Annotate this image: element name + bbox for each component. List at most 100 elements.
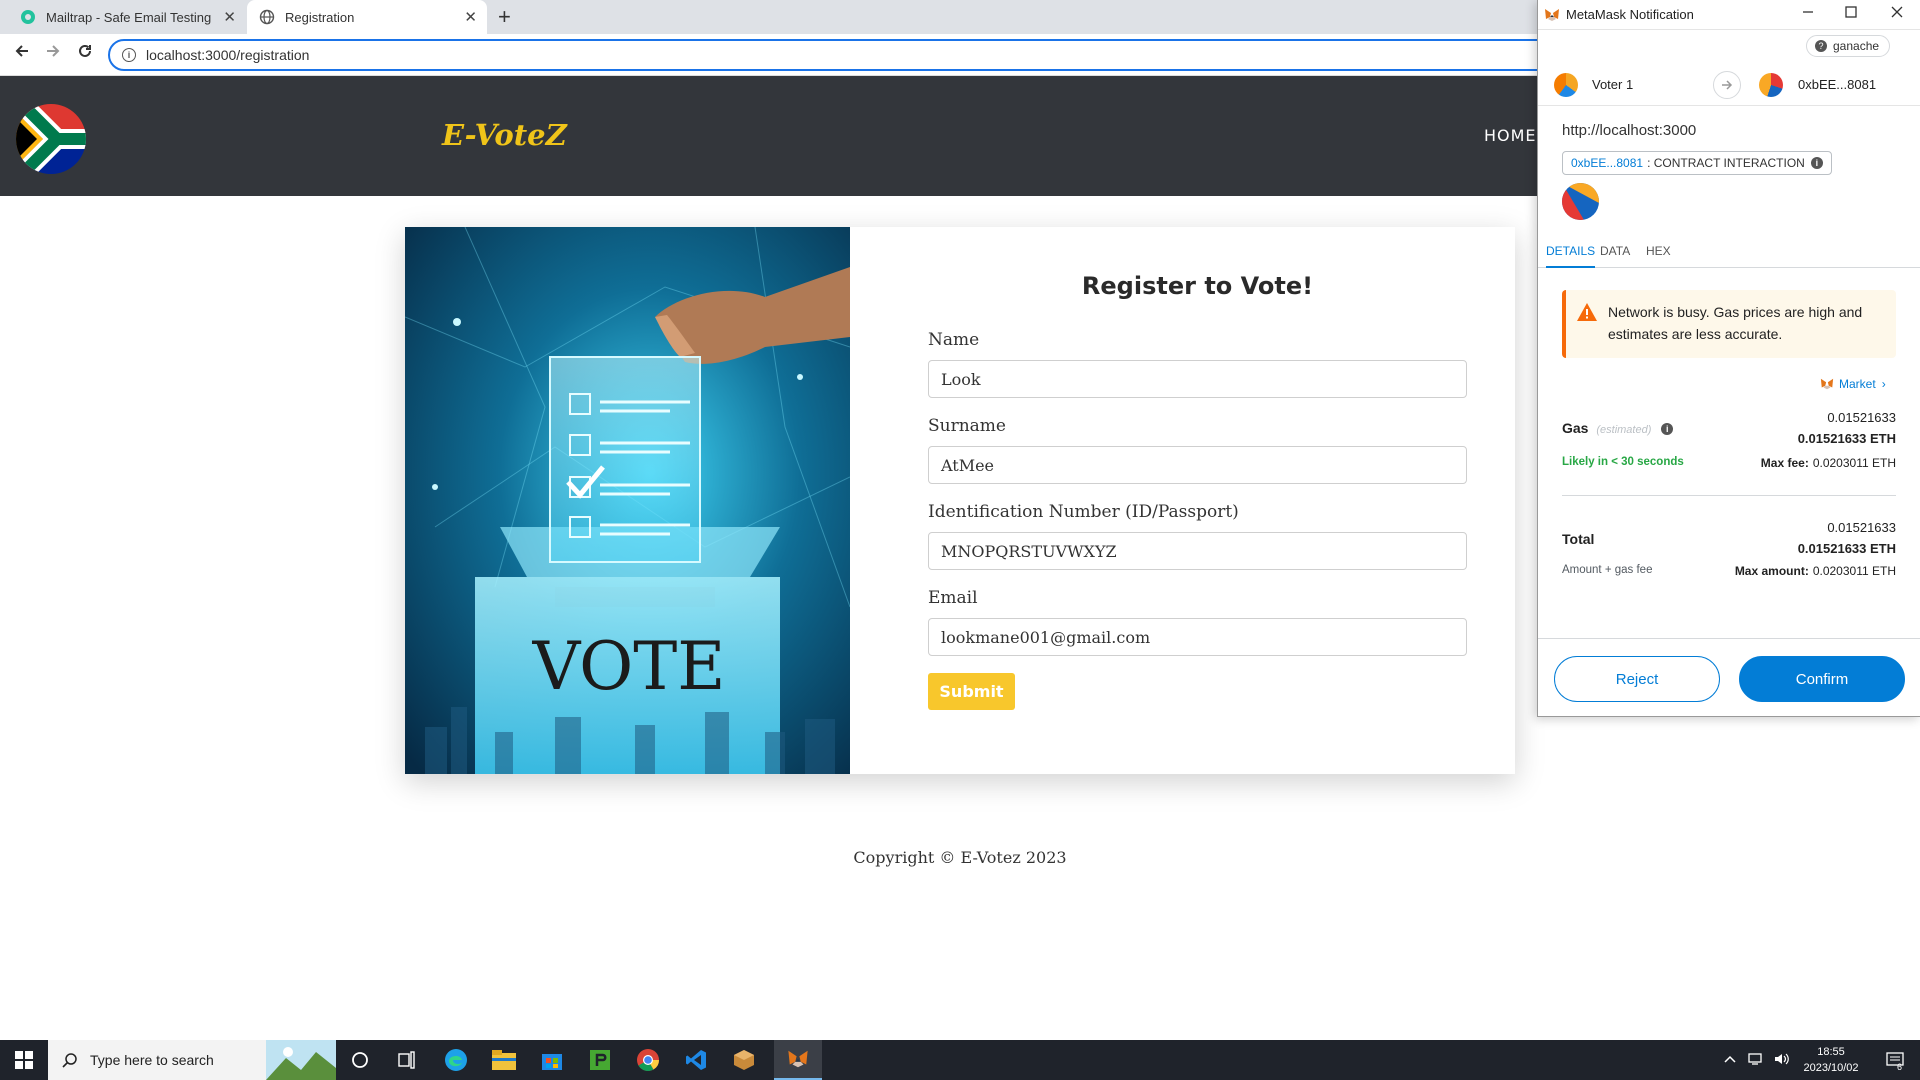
address-bar[interactable]: i localhost:3000/registration bbox=[108, 39, 1568, 71]
gas-value-eth: 0.01521633 ETH bbox=[1797, 431, 1896, 446]
chevron-right-icon: › bbox=[1881, 377, 1886, 391]
gas-market-selector[interactable]: Market › bbox=[1819, 377, 1886, 391]
vote-box-text: VOTE bbox=[532, 628, 726, 705]
task-view-icon[interactable] bbox=[384, 1040, 432, 1080]
submit-button[interactable]: Submit bbox=[928, 673, 1015, 710]
contract-address[interactable]: 0xbEE...8081 bbox=[1571, 156, 1643, 170]
from-account-name: Voter 1 bbox=[1592, 77, 1634, 92]
max-fee-label: Max fee: bbox=[1760, 456, 1809, 470]
gas-label: Gas bbox=[1562, 420, 1589, 436]
tab-label: Registration bbox=[285, 9, 355, 25]
system-tray bbox=[1724, 1040, 1790, 1080]
chrome-icon[interactable] bbox=[624, 1040, 672, 1080]
clock-time: 18:55 bbox=[1817, 1046, 1845, 1058]
surname-field[interactable]: AtMee bbox=[928, 446, 1467, 484]
south-africa-flag-logo bbox=[16, 104, 86, 174]
total-value-small: 0.01521633 bbox=[1827, 520, 1896, 535]
account-transfer-row: Voter 1 0xbEE...8081 bbox=[1538, 64, 1920, 106]
reject-button[interactable]: Reject bbox=[1554, 656, 1720, 702]
metamask-fox-icon bbox=[1544, 7, 1560, 23]
search-placeholder: Type here to search bbox=[90, 1052, 214, 1068]
surname-label: Surname bbox=[928, 416, 1006, 436]
email-field[interactable]: lookmane001@gmail.com bbox=[928, 618, 1467, 656]
globe-icon bbox=[259, 9, 275, 25]
transaction-origin: http://localhost:3000 bbox=[1562, 122, 1697, 139]
microsoft-store-icon[interactable] bbox=[528, 1040, 576, 1080]
network-selector[interactable]: ? ganache bbox=[1806, 35, 1891, 57]
vote-illustration: VOTE bbox=[405, 227, 850, 774]
total-subtitle: Amount + gas fee bbox=[1562, 564, 1653, 576]
cortana-icon[interactable] bbox=[336, 1040, 384, 1080]
notifications-button[interactable]: 6 bbox=[1880, 1040, 1910, 1080]
site-info-icon[interactable]: i bbox=[122, 48, 136, 62]
warning-text: Network is busy. Gas prices are high and… bbox=[1608, 304, 1863, 342]
to-account-name: 0xbEE...8081 bbox=[1798, 77, 1877, 92]
maximize-icon[interactable] bbox=[1844, 5, 1858, 23]
contract-label: : CONTRACT INTERACTION bbox=[1647, 156, 1805, 170]
tab-data[interactable]: DATA bbox=[1600, 244, 1630, 268]
name-label: Name bbox=[928, 330, 980, 350]
tab-details[interactable]: DETAILS bbox=[1546, 244, 1596, 268]
network-question-icon: ? bbox=[1815, 40, 1827, 52]
volume-icon[interactable] bbox=[1774, 1052, 1790, 1069]
reload-icon[interactable] bbox=[73, 42, 97, 65]
new-tab-button[interactable]: + bbox=[498, 4, 511, 30]
form-title: Register to Vote! bbox=[1081, 272, 1314, 300]
minimize-icon[interactable] bbox=[1801, 5, 1815, 23]
id-number-field[interactable]: MNOPQRSTUVWXYZ bbox=[928, 532, 1467, 570]
contract-interaction-badge[interactable]: 0xbEE...8081 : CONTRACT INTERACTION i bbox=[1562, 151, 1832, 175]
tab-label: Mailtrap - Safe Email Testing bbox=[46, 9, 212, 25]
max-fee-value: 0.0203011 ETH bbox=[1812, 456, 1896, 470]
network-name: ganache bbox=[1833, 39, 1880, 53]
back-icon[interactable] bbox=[10, 42, 34, 65]
metamask-titlebar: MetaMask Notification bbox=[1538, 0, 1920, 30]
file-explorer-icon[interactable] bbox=[480, 1040, 528, 1080]
package-app-icon[interactable] bbox=[720, 1040, 768, 1080]
chevron-up-icon[interactable] bbox=[1724, 1053, 1736, 1067]
max-amount-label: Max amount: bbox=[1734, 564, 1809, 578]
footer-copyright: Copyright © E-Votez 2023 bbox=[853, 848, 1067, 867]
tab-registration[interactable]: Registration ✕ bbox=[247, 0, 487, 34]
gas-likely-time: Likely in < 30 seconds bbox=[1562, 456, 1684, 468]
tab-hex[interactable]: HEX bbox=[1646, 244, 1671, 268]
search-highlight-image bbox=[266, 1040, 336, 1080]
confirm-button[interactable]: Confirm bbox=[1739, 656, 1905, 702]
window-close-icon[interactable] bbox=[1890, 5, 1904, 23]
metamask-window-title: MetaMask Notification bbox=[1566, 7, 1694, 22]
vscode-icon[interactable] bbox=[672, 1040, 720, 1080]
taskbar-clock[interactable]: 18:55 2023/10/02 bbox=[1792, 1044, 1870, 1076]
footer-divider bbox=[1538, 638, 1920, 639]
forward-icon[interactable] bbox=[41, 42, 65, 65]
gas-row: Gas (estimated) i bbox=[1562, 420, 1674, 436]
market-label: Market bbox=[1839, 377, 1876, 391]
gas-value-small: 0.01521633 bbox=[1827, 410, 1896, 425]
contract-identicon bbox=[1562, 183, 1599, 220]
edge-icon[interactable] bbox=[432, 1040, 480, 1080]
url-text: localhost:3000/registration bbox=[146, 47, 310, 63]
gas-max-fee: Max fee: 0.0203011 ETH bbox=[1761, 456, 1896, 470]
network-icon[interactable] bbox=[1748, 1052, 1764, 1069]
close-tab-icon[interactable]: ✕ bbox=[464, 8, 477, 26]
taskbar-search-box[interactable]: Type here to search bbox=[48, 1040, 336, 1080]
site-brand[interactable]: E-VoteZ bbox=[442, 118, 567, 152]
gas-estimated-label: (estimated) bbox=[1596, 424, 1652, 436]
close-tab-icon[interactable]: ✕ bbox=[223, 8, 236, 26]
gas-info-icon[interactable]: i bbox=[1661, 423, 1674, 436]
clock-date: 2023/10/02 bbox=[1803, 1062, 1859, 1074]
total-max-amount: Max amount: 0.0203011 ETH bbox=[1735, 564, 1896, 578]
id-number-label: Identification Number (ID/Passport) bbox=[928, 502, 1239, 522]
name-field[interactable]: Look bbox=[928, 360, 1467, 398]
info-icon[interactable]: i bbox=[1810, 157, 1823, 169]
mapping-app-icon[interactable] bbox=[576, 1040, 624, 1080]
registration-card: VOTE Register to Vote! Name Look Surname… bbox=[405, 227, 1515, 774]
windows-start-icon[interactable] bbox=[0, 1040, 48, 1080]
metamask-notification-window: MetaMask Notification ? ganache Voter 1 … bbox=[1537, 0, 1920, 717]
total-value-eth: 0.01521633 ETH bbox=[1797, 541, 1896, 556]
metamask-taskbar-icon[interactable] bbox=[774, 1040, 822, 1080]
tab-mailtrap[interactable]: Mailtrap - Safe Email Testing ✕ bbox=[8, 0, 246, 34]
mailtrap-icon bbox=[20, 9, 36, 25]
search-icon bbox=[62, 1053, 77, 1068]
nav-home-link[interactable]: HOME bbox=[1484, 126, 1537, 145]
total-label: Total bbox=[1562, 531, 1595, 547]
transaction-tabs: DETAILS DATA HEX bbox=[1538, 238, 1920, 268]
